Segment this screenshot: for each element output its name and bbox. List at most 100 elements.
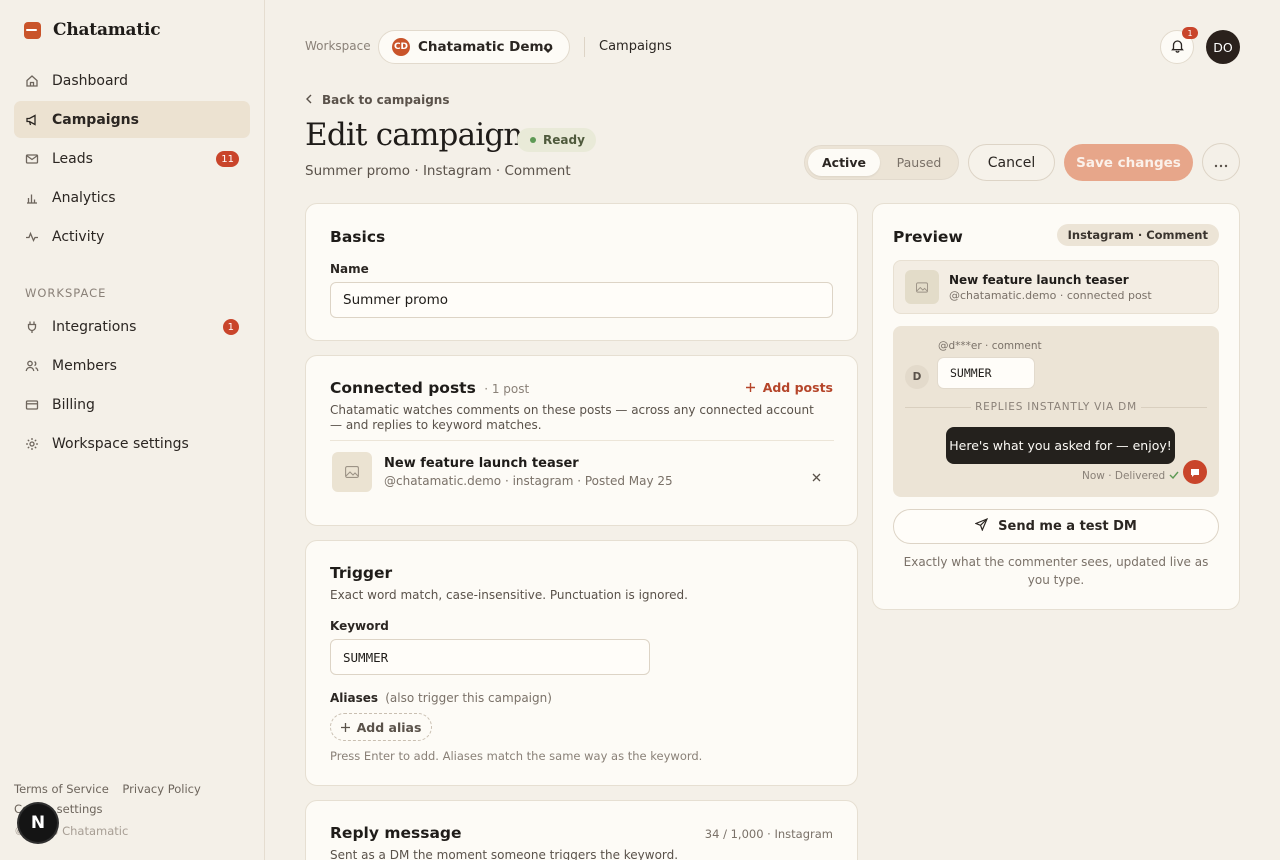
- back-link-label: Back to campaigns: [322, 93, 450, 107]
- preview-post: New feature launch teaser @chatamatic.de…: [893, 260, 1219, 314]
- sidebar-item-members[interactable]: Members: [14, 347, 250, 384]
- bar-chart-icon: [25, 191, 39, 205]
- connected-title: Connected posts: [330, 379, 476, 397]
- main-nav: Dashboard Campaigns Leads 11 Analytics A…: [14, 62, 250, 257]
- card-title: Connected posts · 1 post: [330, 379, 529, 397]
- sidebar-item-leads[interactable]: Leads 11: [14, 140, 250, 177]
- page-subtitle: Summer promo · Instagram · Comment: [305, 163, 571, 179]
- brand-avatar: [1183, 460, 1207, 484]
- workspace-label: Workspace: [305, 39, 371, 53]
- notification-badge: 1: [1182, 27, 1198, 39]
- name-value: Summer promo: [343, 292, 449, 308]
- sidebar-item-workspace-settings[interactable]: Workspace settings: [14, 425, 250, 462]
- send-test-dm-button[interactable]: Send me a test DM: [893, 509, 1219, 544]
- keyword-value: SUMMER: [343, 649, 389, 665]
- remove-post-button[interactable]: [812, 467, 821, 486]
- sidebar-item-campaigns[interactable]: Campaigns: [14, 101, 250, 138]
- sidebar-item-label: Billing: [52, 396, 95, 413]
- sidebar-item-integrations[interactable]: Integrations 1: [14, 308, 250, 345]
- sidebar-item-label: Workspace settings: [52, 435, 189, 452]
- divider: [1141, 407, 1207, 408]
- send-test-dm-label: Send me a test DM: [998, 519, 1137, 534]
- reply-message-card: Reply message 34 / 1,000 · Instagram Sen…: [305, 800, 858, 860]
- trigger-card: Trigger Exact word match, case-insensiti…: [305, 540, 858, 786]
- send-icon: [974, 517, 989, 535]
- comment-bubble: SUMMER: [937, 357, 1035, 389]
- card-title: Reply message: [330, 824, 462, 842]
- sidebar-item-activity[interactable]: Activity: [14, 218, 250, 255]
- aliases-label: Aliases (also trigger this campaign): [330, 691, 552, 705]
- keyword-label: Keyword: [330, 619, 389, 633]
- add-alias-button[interactable]: Add alias: [330, 713, 432, 741]
- back-link[interactable]: Back to campaigns: [305, 93, 449, 107]
- megaphone-icon: [25, 113, 39, 127]
- users-icon: [25, 359, 39, 373]
- chat-bubble-icon: [1190, 463, 1200, 482]
- workspace-select[interactable]: CD Chatamatic Demo: [378, 30, 570, 64]
- post-count: · 1 post: [484, 382, 530, 396]
- sidebar-item-label: Integrations: [52, 318, 137, 335]
- plus-icon: [340, 720, 350, 735]
- privacy-link[interactable]: Privacy Policy: [122, 782, 200, 796]
- workspace-name: Chatamatic Demo: [418, 39, 553, 55]
- keyword-input[interactable]: SUMMER: [330, 639, 650, 675]
- bell-icon: [1170, 38, 1185, 57]
- user-avatar[interactable]: DO: [1206, 30, 1240, 64]
- status-toggle: Active Paused: [804, 145, 959, 180]
- sidebar-item-label: Analytics: [52, 189, 116, 206]
- leads-count-badge: 11: [216, 151, 239, 167]
- sidebar-item-label: Dashboard: [52, 72, 128, 89]
- preview-card: Preview Instagram · Comment New feature …: [872, 203, 1240, 610]
- card-title: Basics: [330, 228, 386, 246]
- aliases-label-text: Aliases: [330, 691, 379, 705]
- card-title: Trigger: [330, 564, 393, 582]
- status-badge: Ready: [517, 128, 596, 152]
- terms-link[interactable]: Terms of Service: [14, 782, 109, 796]
- launcher-letter: N: [30, 813, 46, 833]
- chevron-left-icon: [305, 93, 313, 107]
- gear-icon: [25, 437, 39, 451]
- sidebar-item-label: Leads: [52, 150, 93, 167]
- plus-icon: [745, 380, 755, 395]
- name-input[interactable]: Summer promo: [330, 282, 833, 318]
- toggle-active[interactable]: Active: [808, 149, 880, 176]
- divider: [330, 440, 834, 441]
- save-button[interactable]: Save changes: [1064, 144, 1193, 181]
- trigger-description: Exact word match, case-insensitive. Punc…: [330, 588, 688, 602]
- plug-icon: [25, 320, 39, 334]
- sidebar-item-label: Activity: [52, 228, 105, 245]
- more-options-button[interactable]: [1202, 143, 1240, 181]
- notifications-button[interactable]: 1: [1160, 27, 1198, 64]
- preview-conversation: D @d***er · comment SUMMER REPLIES INSTA…: [893, 326, 1219, 497]
- name-label: Name: [330, 262, 369, 276]
- mail-icon: [25, 152, 39, 166]
- workspace-nav: Integrations 1 Members Billing Workspace…: [14, 308, 250, 464]
- sidebar-item-dashboard[interactable]: Dashboard: [14, 62, 250, 99]
- toggle-paused[interactable]: Paused: [883, 149, 955, 176]
- delivery-status: Now · Delivered: [1082, 470, 1179, 482]
- workspace-section-label: WORKSPACE: [25, 286, 107, 300]
- sidebar-item-analytics[interactable]: Analytics: [14, 179, 250, 216]
- assistant-launcher-button[interactable]: N: [19, 804, 57, 842]
- integrations-count-badge: 1: [222, 319, 239, 335]
- breadcrumb[interactable]: Campaigns: [599, 39, 672, 54]
- add-alias-label: Add alias: [356, 719, 422, 735]
- divider: [584, 37, 585, 57]
- preview-post-meta: @chatamatic.demo · connected post: [949, 289, 1152, 302]
- basics-card: Basics Name Summer promo: [305, 203, 858, 341]
- card-title: Preview: [893, 228, 963, 246]
- chat-logo-icon: [24, 21, 41, 39]
- sidebar-item-billing[interactable]: Billing: [14, 386, 250, 423]
- sidebar: Chatamatic Dashboard Campaigns Leads 11: [0, 0, 265, 860]
- reply-bubble: Here's what you asked for — enjoy!: [946, 427, 1175, 464]
- workspace-avatar: CD: [392, 38, 410, 56]
- connected-posts-card: Connected posts · 1 post Add posts Chata…: [305, 355, 858, 526]
- brand[interactable]: Chatamatic: [24, 20, 161, 40]
- preview-post-title: New feature launch teaser: [949, 273, 1129, 287]
- add-posts-button[interactable]: Add posts: [745, 380, 833, 395]
- cancel-button[interactable]: Cancel: [968, 144, 1055, 181]
- copyright: © 2025 Chatamatic: [14, 824, 128, 838]
- check-icon: [1169, 470, 1179, 482]
- sidebar-item-label: Campaigns: [52, 111, 139, 128]
- delivery-status-text: Now · Delivered: [1082, 470, 1166, 482]
